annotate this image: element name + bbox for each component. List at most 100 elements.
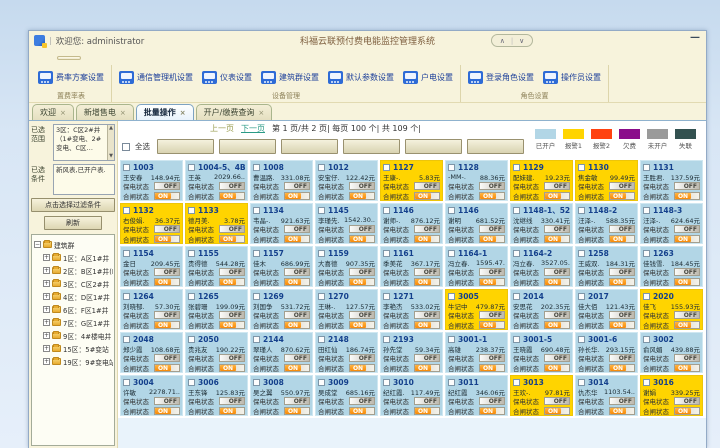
- switch-state-toggle[interactable]: ON: [609, 278, 635, 286]
- switch-state-toggle[interactable]: ON: [544, 192, 570, 200]
- power-guarantee-toggle[interactable]: OFF: [609, 268, 635, 276]
- power-guarantee-toggle[interactable]: OFF: [219, 354, 245, 362]
- meter-card[interactable]: 1003 王安春 148.94元 保电状态 OFF 合闸状态: [120, 160, 183, 201]
- meter-card[interactable]: 1148-3 汪泽-. 624.64元 保电状态 OFF 合闸状态: [640, 203, 703, 244]
- switch-state-toggle[interactable]: ON: [544, 278, 570, 286]
- power-guarantee-toggle[interactable]: OFF: [154, 225, 180, 233]
- meter-card[interactable]: 3005 牛记中 479.87元 保电状态 OFF 合闸状态: [445, 289, 508, 330]
- card-checkbox[interactable]: [448, 164, 455, 171]
- switch-state-toggle[interactable]: ON: [674, 364, 700, 372]
- meter-card[interactable]: 3001-1 高雄 238.37元 保电状态 OFF 合闸状态: [445, 332, 508, 373]
- meter-card[interactable]: 1164-1 冯立春. 1595.47. 保电状态 OFF 合闸状态: [445, 246, 508, 287]
- toolbar-button[interactable]: [219, 139, 276, 154]
- meter-card[interactable]: 3010 纪红霞. 117.49元 保电状态 OFF 合闸状态: [380, 375, 443, 416]
- switch-state-toggle[interactable]: ON: [544, 407, 570, 415]
- toolbar-button[interactable]: [467, 139, 524, 154]
- collapse-up-icon[interactable]: ∧: [500, 37, 505, 45]
- meter-card[interactable]: 1258 王威双. 184.31元 保电状态 OFF 合闸状态: [575, 246, 638, 287]
- card-checkbox[interactable]: [383, 250, 390, 257]
- toolbar-button[interactable]: [343, 139, 400, 154]
- switch-state-toggle[interactable]: ON: [154, 407, 180, 415]
- card-checkbox[interactable]: [253, 164, 260, 171]
- switch-state-toggle[interactable]: ON: [154, 278, 180, 286]
- power-guarantee-toggle[interactable]: OFF: [284, 182, 310, 190]
- meter-card[interactable]: 3004 许敏 2278.71.. 保电状态 OFF 合闸状态: [120, 375, 183, 416]
- card-checkbox[interactable]: [643, 207, 650, 214]
- ribbon-button[interactable]: 户电设置: [403, 71, 453, 84]
- toolbar-button[interactable]: [157, 139, 214, 154]
- power-guarantee-toggle[interactable]: OFF: [609, 397, 635, 405]
- power-guarantee-toggle[interactable]: OFF: [414, 311, 440, 319]
- power-guarantee-toggle[interactable]: OFF: [349, 182, 375, 190]
- power-guarantee-toggle[interactable]: OFF: [479, 397, 505, 405]
- switch-state-toggle[interactable]: ON: [414, 321, 440, 329]
- meter-card[interactable]: 1145 李瑾先. 1542.30.. 保电状态 OFF 合闸状态: [315, 203, 378, 244]
- minimize-button[interactable]: —: [690, 32, 700, 43]
- power-guarantee-toggle[interactable]: OFF: [674, 397, 700, 405]
- power-guarantee-toggle[interactable]: OFF: [219, 182, 245, 190]
- tree-item[interactable]: + 9区：4#楼电井（4#楼…: [43, 329, 113, 342]
- ribbon-button[interactable]: 登录角色设置: [468, 71, 534, 84]
- expand-expander-icon[interactable]: +: [43, 345, 50, 352]
- document-tab[interactable]: 新增售电 ×: [76, 104, 134, 120]
- power-guarantee-toggle[interactable]: OFF: [284, 354, 310, 362]
- power-guarantee-toggle[interactable]: OFF: [544, 225, 570, 233]
- meter-card[interactable]: 3014 仇杰华 1103.54.. 保电状态 OFF 合闸状态: [575, 375, 638, 416]
- switch-state-toggle[interactable]: ON: [609, 321, 635, 329]
- power-guarantee-toggle[interactable]: OFF: [219, 311, 245, 319]
- power-guarantee-toggle[interactable]: OFF: [609, 311, 635, 319]
- card-checkbox[interactable]: [578, 164, 585, 171]
- power-guarantee-toggle[interactable]: OFF: [219, 225, 245, 233]
- power-guarantee-toggle[interactable]: OFF: [544, 311, 570, 319]
- switch-state-toggle[interactable]: ON: [544, 364, 570, 372]
- meter-card[interactable]: 1154 金日 209.45元 保电状态 OFF 合闸状态: [120, 246, 183, 287]
- switch-state-toggle[interactable]: ON: [349, 364, 375, 372]
- switch-state-toggle[interactable]: ON: [154, 235, 180, 243]
- card-checkbox[interactable]: [253, 207, 260, 214]
- switch-state-toggle[interactable]: ON: [414, 192, 440, 200]
- ribbon-button[interactable]: 默认参数设置: [328, 71, 394, 84]
- meter-card[interactable]: 1157 佳木 686.99元 保电状态 OFF 合闸状态: [250, 246, 313, 287]
- power-guarantee-toggle[interactable]: OFF: [349, 225, 375, 233]
- switch-state-toggle[interactable]: ON: [609, 364, 635, 372]
- menu-tab[interactable]: [125, 57, 147, 59]
- meter-card[interactable]: 3016 谢娟 339.25元 保电状态 OFF 合闸状态: [640, 375, 703, 416]
- card-checkbox[interactable]: [123, 336, 130, 343]
- switch-state-toggle[interactable]: ON: [479, 278, 505, 286]
- card-checkbox[interactable]: [253, 336, 260, 343]
- card-checkbox[interactable]: [318, 250, 325, 257]
- power-guarantee-toggle[interactable]: OFF: [349, 268, 375, 276]
- expand-expander-icon[interactable]: +: [43, 254, 50, 261]
- power-guarantee-toggle[interactable]: OFF: [284, 225, 310, 233]
- card-checkbox[interactable]: [383, 336, 390, 343]
- tab-close-icon[interactable]: ×: [120, 109, 126, 117]
- card-checkbox[interactable]: [643, 250, 650, 257]
- meter-card[interactable]: 1264 刘晓郁. 57.30元 保电状态 OFF 合闸状态: [120, 289, 183, 330]
- expand-expander-icon[interactable]: +: [43, 280, 50, 287]
- power-guarantee-toggle[interactable]: OFF: [349, 311, 375, 319]
- menu-tab[interactable]: [57, 56, 81, 60]
- ribbon-button[interactable]: 仪表设置: [202, 71, 252, 84]
- switch-state-toggle[interactable]: ON: [479, 407, 505, 415]
- selected-condition-box[interactable]: 新风表,已开户表.: [53, 164, 115, 195]
- card-checkbox[interactable]: [643, 379, 650, 386]
- card-checkbox[interactable]: [253, 293, 260, 300]
- meter-card[interactable]: 3001-5 王晓霞 690.48元 保电状态 OFF 合闸状态: [510, 332, 573, 373]
- switch-state-toggle[interactable]: ON: [414, 235, 440, 243]
- meter-card[interactable]: 2020 佳飞 155.93元 保电状态 OFF 合闸状态: [640, 289, 703, 330]
- card-checkbox[interactable]: [318, 207, 325, 214]
- card-checkbox[interactable]: [513, 164, 520, 171]
- meter-card[interactable]: 3011 纪红霞 346.06元 保电状态 OFF 合闸状态: [445, 375, 508, 416]
- meter-card[interactable]: 2144 翠瑾人 870.62元 保电状态 OFF 合闸状态: [250, 332, 313, 373]
- tab-close-icon[interactable]: ×: [258, 109, 264, 117]
- expand-expander-icon[interactable]: +: [43, 332, 50, 339]
- power-guarantee-toggle[interactable]: OFF: [674, 354, 700, 362]
- next-page-link[interactable]: 下一页: [241, 123, 265, 134]
- meter-card[interactable]: 2017 佳大佰 121.43元 保电状态 OFF 合闸状态: [575, 289, 638, 330]
- meter-card[interactable]: 1133 德月美. 3.78元 保电状态 OFF 合闸状态: [185, 203, 248, 244]
- switch-state-toggle[interactable]: ON: [479, 364, 505, 372]
- power-guarantee-toggle[interactable]: OFF: [674, 182, 700, 190]
- meter-card[interactable]: 1164-2 冯立春. 3527.05. 保电状态 OFF 合闸状态: [510, 246, 573, 287]
- switch-state-toggle[interactable]: ON: [349, 321, 375, 329]
- switch-state-toggle[interactable]: ON: [609, 235, 635, 243]
